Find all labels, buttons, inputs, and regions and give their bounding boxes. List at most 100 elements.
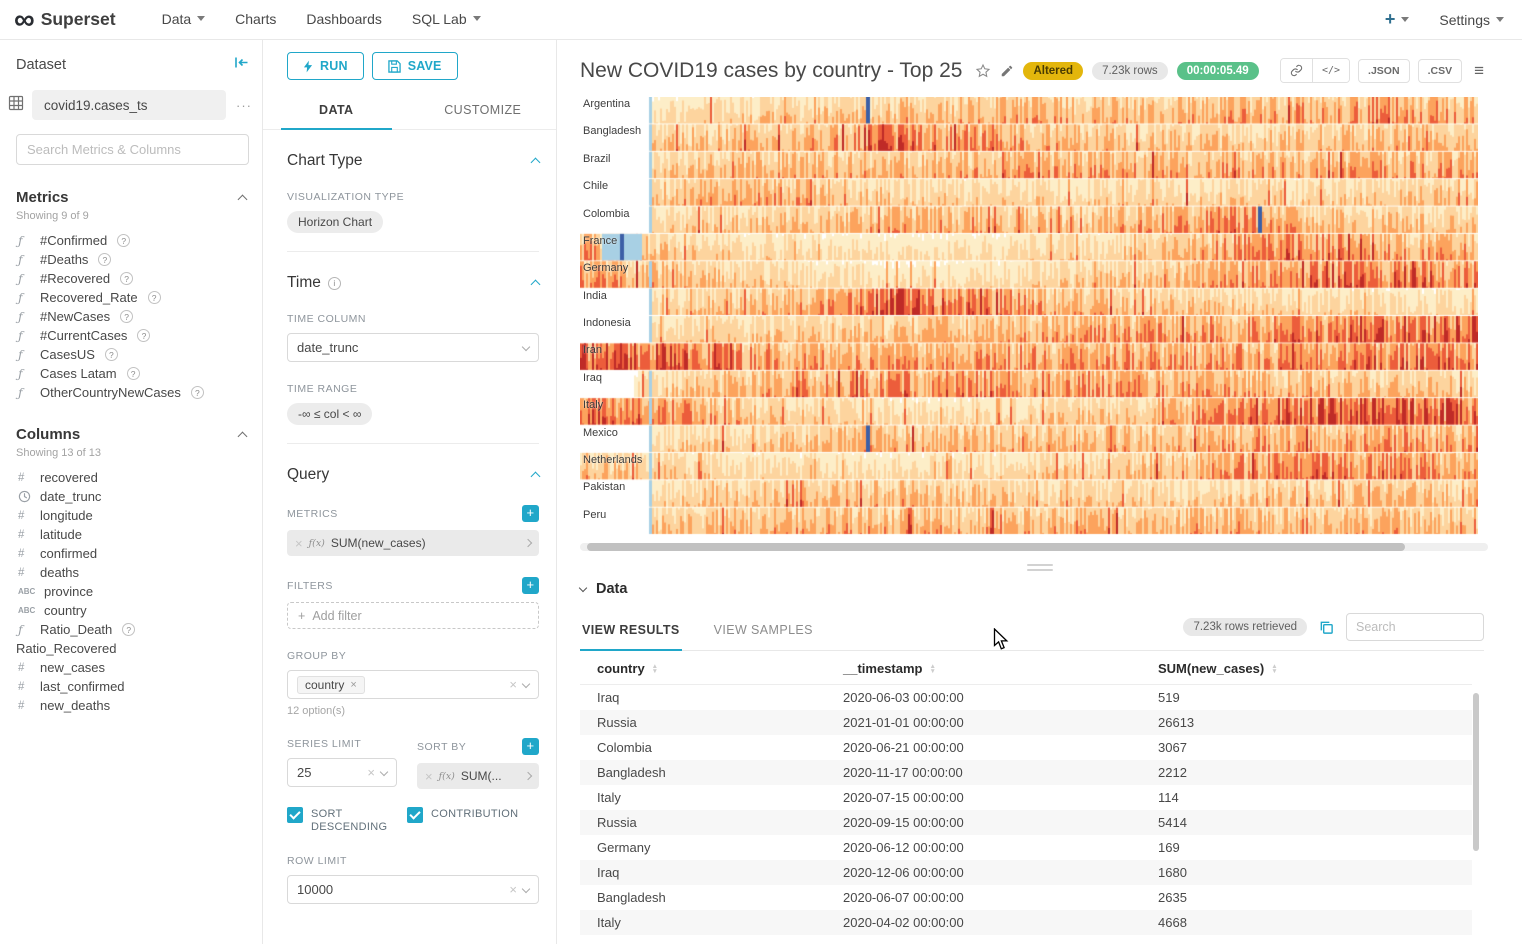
dataset-name[interactable]: covid19.cases_ts: [32, 90, 226, 120]
panel-resize-handle[interactable]: [1027, 564, 1053, 571]
column-header-sum-new-cases-[interactable]: SUM(new_cases)▲▼: [1141, 651, 1472, 685]
chart-menu-icon[interactable]: ≡: [1474, 61, 1484, 81]
collapse-dataset-panel-icon[interactable]: [234, 56, 249, 74]
metric-label: CasesUS: [40, 347, 95, 362]
column-item[interactable]: #last_confirmed: [0, 677, 262, 696]
nav-item-sql-lab[interactable]: SQL Lab: [412, 11, 481, 27]
column-item[interactable]: #deaths: [0, 563, 262, 582]
run-button[interactable]: RUN: [287, 52, 364, 80]
collapse-metrics-icon[interactable]: [238, 194, 248, 204]
metric-label: #Deaths: [40, 252, 88, 267]
metric-item[interactable]: ƒRecovered_Rate?: [0, 288, 262, 307]
chevron-right-icon[interactable]: [524, 539, 532, 547]
collapse-columns-icon[interactable]: [238, 431, 248, 441]
add-filter-plus-button[interactable]: +: [522, 577, 539, 594]
horizon-chart-canvas[interactable]: [580, 97, 1478, 535]
string-type-icon: ABC: [18, 587, 37, 596]
remove-tag-icon[interactable]: ×: [350, 679, 356, 691]
fx-icon: ƒ(x): [439, 771, 455, 782]
copy-data-icon[interactable]: [1319, 620, 1334, 635]
viz-type-value[interactable]: Horizon Chart: [287, 211, 383, 233]
time-range-value[interactable]: -∞ ≤ col < ∞: [287, 403, 372, 425]
clear-select-icon[interactable]: ×: [509, 678, 517, 691]
row-limit-select[interactable]: 10000 ×: [287, 875, 539, 904]
clear-select-icon[interactable]: ×: [509, 883, 517, 896]
table-cell: Russia: [580, 810, 826, 835]
metric-pill[interactable]: × ƒ(x) SUM(new_cases): [287, 530, 539, 556]
dataset-more-icon[interactable]: ···: [234, 98, 254, 113]
column-item[interactable]: #latitude: [0, 525, 262, 544]
time-column-select[interactable]: date_trunc: [287, 333, 539, 362]
sort-icon[interactable]: ▲▼: [652, 664, 658, 674]
settings-menu[interactable]: Settings: [1439, 12, 1504, 28]
add-metric-button[interactable]: +: [522, 505, 539, 522]
metric-item[interactable]: ƒ#CurrentCases?: [0, 326, 262, 345]
column-header--timestamp[interactable]: __timestamp▲▼: [826, 651, 1141, 685]
metric-item[interactable]: ƒCasesUS?: [0, 345, 262, 364]
column-item[interactable]: Ratio_Recovered: [0, 639, 262, 658]
metric-item[interactable]: ƒ#Confirmed?: [0, 231, 262, 250]
numeric-type-icon: #: [18, 472, 33, 484]
collapse-section-icon[interactable]: [531, 158, 541, 168]
collapse-section-icon[interactable]: [531, 472, 541, 482]
favorite-star-icon[interactable]: [975, 63, 991, 79]
edit-title-icon[interactable]: [1000, 64, 1014, 78]
superset-logo-icon[interactable]: ∞: [14, 6, 34, 34]
metric-item[interactable]: ƒ#NewCases?: [0, 307, 262, 326]
column-item[interactable]: #longitude: [0, 506, 262, 525]
tab-view-results[interactable]: VIEW RESULTS: [580, 613, 682, 650]
save-button[interactable]: SAVE: [372, 52, 458, 80]
sort-icon[interactable]: ▲▼: [1271, 664, 1277, 674]
info-icon: ?: [148, 291, 161, 304]
tab-view-samples[interactable]: VIEW SAMPLES: [712, 613, 815, 650]
column-item[interactable]: ABCcountry: [0, 601, 262, 620]
sort-icon[interactable]: ▲▼: [929, 664, 935, 674]
collapse-data-icon[interactable]: [579, 584, 587, 592]
remove-metric-icon[interactable]: ×: [295, 537, 303, 550]
new-item-menu[interactable]: +: [1385, 9, 1410, 30]
metric-item[interactable]: ƒOtherCountryNewCases?: [0, 383, 262, 402]
sort-by-pill[interactable]: × ƒ(x) SUM(...: [417, 763, 539, 789]
tab-data[interactable]: DATA: [263, 94, 410, 129]
collapse-section-icon[interactable]: [531, 280, 541, 290]
nav-item-dashboards[interactable]: Dashboards: [306, 11, 382, 27]
copy-link-button[interactable]: [1281, 59, 1312, 82]
brand-name[interactable]: Superset: [41, 9, 116, 30]
table-row: Iraq2020-06-03 00:00:00519: [580, 685, 1472, 711]
metric-item[interactable]: ƒCases Latam?: [0, 364, 262, 383]
download-json-button[interactable]: .JSON: [1358, 59, 1410, 83]
column-item[interactable]: date_trunc: [0, 487, 262, 506]
scrollbar-thumb[interactable]: [587, 543, 1405, 551]
altered-badge[interactable]: Altered: [1023, 62, 1083, 80]
clear-select-icon[interactable]: ×: [367, 766, 375, 779]
chart-horizontal-scrollbar[interactable]: [580, 543, 1488, 551]
group-by-select[interactable]: country × ×: [287, 670, 539, 699]
metrics-columns-search-input[interactable]: [16, 134, 249, 165]
tab-customize[interactable]: CUSTOMIZE: [410, 94, 557, 129]
add-sort-button[interactable]: +: [522, 738, 539, 755]
group-by-tag-label: country: [305, 678, 344, 692]
series-limit-select[interactable]: 25 ×: [287, 758, 397, 787]
metric-item[interactable]: ƒ#Recovered?: [0, 269, 262, 288]
numeric-type-icon: #: [18, 529, 33, 541]
column-header-country[interactable]: country▲▼: [580, 651, 826, 685]
function-icon: ƒ: [18, 252, 33, 267]
column-item[interactable]: #new_cases: [0, 658, 262, 677]
contribution-checkbox[interactable]: CONTRIBUTION: [407, 807, 518, 834]
nav-item-data[interactable]: Data: [162, 11, 206, 27]
results-vertical-scrollbar[interactable]: [1473, 693, 1479, 851]
column-item[interactable]: #new_deaths: [0, 696, 262, 715]
sort-descending-checkbox[interactable]: SORT DESCENDING: [287, 807, 383, 834]
column-item[interactable]: #confirmed: [0, 544, 262, 563]
add-filter-box[interactable]: + Add filter: [287, 602, 539, 629]
chevron-right-icon[interactable]: [524, 772, 532, 780]
column-item[interactable]: ABCprovince: [0, 582, 262, 601]
embed-code-button[interactable]: </>: [1312, 59, 1349, 82]
metric-item[interactable]: ƒ#Deaths?: [0, 250, 262, 269]
results-search-input[interactable]: [1346, 613, 1484, 641]
download-csv-button[interactable]: .CSV: [1418, 59, 1463, 83]
remove-sort-icon[interactable]: ×: [425, 770, 433, 783]
nav-item-charts[interactable]: Charts: [235, 11, 276, 27]
column-item[interactable]: #recovered: [0, 468, 262, 487]
column-item[interactable]: ƒRatio_Death?: [0, 620, 262, 639]
